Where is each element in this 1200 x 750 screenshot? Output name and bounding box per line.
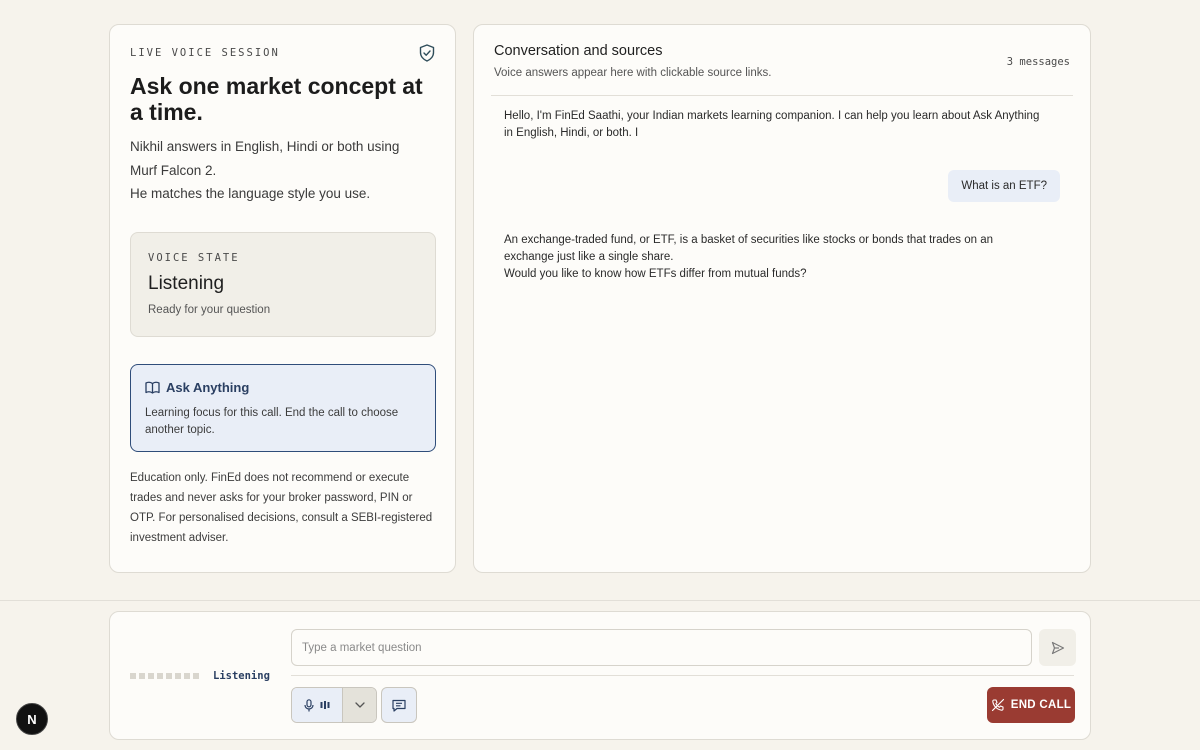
conversation-title: Conversation and sources xyxy=(494,43,663,59)
listening-status: Listening xyxy=(213,670,270,682)
level-dot xyxy=(139,673,145,679)
message-text: Would you like to know how ETFs differ f… xyxy=(504,268,807,280)
divider xyxy=(0,600,1200,601)
divider xyxy=(291,675,1074,676)
intro-line-1: Nikhil answers in English, Hindi or both… xyxy=(130,139,400,178)
send-button[interactable] xyxy=(1039,629,1076,666)
mic-control-group xyxy=(291,687,377,723)
message-count: 3 messages xyxy=(1006,56,1070,68)
conversation-panel: Conversation and sources Voice answers a… xyxy=(473,24,1091,573)
call-control-bar: Listening Type a market question END CAL… xyxy=(109,611,1091,740)
focus-header: Ask Anything xyxy=(145,380,249,395)
level-dot xyxy=(148,673,154,679)
message-text: An exchange-traded fund, or ETF, is a ba… xyxy=(504,234,994,263)
intro-line-2: He matches the language style you use. xyxy=(130,186,371,201)
chat-icon xyxy=(392,699,406,712)
dev-tools-badge[interactable]: N xyxy=(16,703,48,735)
page-title: Ask one market concept at a time. xyxy=(130,73,423,125)
question-input[interactable] xyxy=(291,629,1032,666)
voice-state-card: VOICE STATE Listening Ready for your que… xyxy=(130,232,436,337)
level-dot xyxy=(184,673,190,679)
message-text: Hello, I'm FinEd Saathi, your Indian mar… xyxy=(504,110,1040,139)
audio-level-meter xyxy=(130,673,199,679)
microphone-button[interactable] xyxy=(292,688,342,722)
focus-description: Learning focus for this call. End the ca… xyxy=(145,407,399,436)
voice-state-value: Listening xyxy=(148,273,225,294)
voice-state-sub: Ready for your question xyxy=(148,304,271,316)
level-dot xyxy=(157,673,163,679)
focus-title: Ask Anything xyxy=(166,380,250,395)
phone-off-icon xyxy=(991,698,1004,712)
intro-text: Nikhil answers in English, Hindi or both… xyxy=(130,135,430,206)
voice-state-label: VOICE STATE xyxy=(148,252,240,264)
learning-focus-card: Ask Anything Learning focus for this cal… xyxy=(130,364,436,452)
audio-bars-icon xyxy=(320,701,330,709)
book-open-icon xyxy=(145,381,160,394)
session-panel: LIVE VOICE SESSION Ask one market concep… xyxy=(109,24,456,573)
user-message: What is an ETF? xyxy=(948,170,1060,202)
end-call-label: END CALL xyxy=(1010,699,1072,711)
send-icon xyxy=(1051,641,1064,654)
chat-toggle-button[interactable] xyxy=(381,687,417,723)
level-dot xyxy=(130,673,136,679)
chevron-down-icon xyxy=(354,702,365,708)
level-dot xyxy=(175,673,181,679)
assistant-message: Hello, I'm FinEd Saathi, your Indian mar… xyxy=(504,108,1044,142)
mic-options-dropdown[interactable] xyxy=(342,688,376,722)
shield-check-icon xyxy=(419,44,435,62)
level-dot xyxy=(166,673,172,679)
end-call-button[interactable]: END CALL xyxy=(987,687,1075,723)
session-eyebrow: LIVE VOICE SESSION xyxy=(130,47,280,59)
microphone-icon xyxy=(304,698,314,711)
disclaimer: Education only. FinEd does not recommend… xyxy=(130,472,433,544)
level-dot xyxy=(193,673,199,679)
conversation-subtitle: Voice answers appear here with clickable… xyxy=(494,67,772,79)
assistant-message: An exchange-traded fund, or ETF, is a ba… xyxy=(504,232,1044,283)
divider xyxy=(491,95,1073,96)
